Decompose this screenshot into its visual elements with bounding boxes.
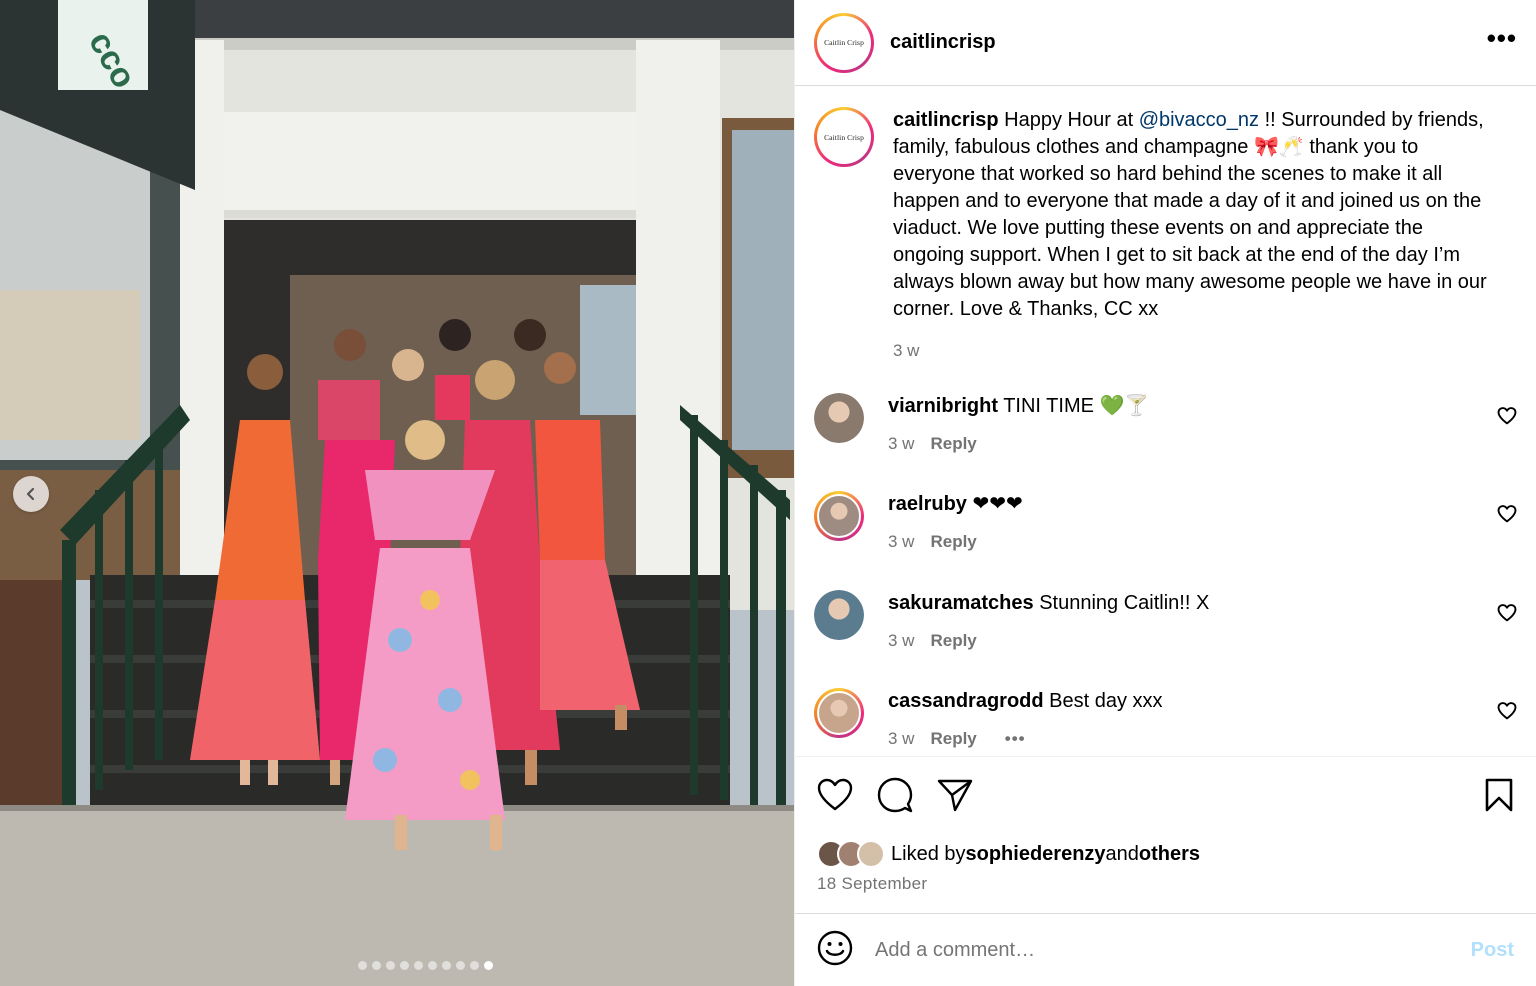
commenter-avatar[interactable] (814, 590, 864, 640)
action-bar: Liked by sophiederenzy and others 18 Sep… (795, 756, 1536, 894)
comment-row: viarnibright TINI TIME 💚🍸 3 w Reply (814, 393, 1517, 457)
add-comment-bar: Post (795, 913, 1536, 986)
carousel-indicator (0, 961, 794, 970)
carousel-dot (469, 961, 479, 970)
commenter-username[interactable]: raelruby (888, 493, 967, 515)
comment-text: TINI TIME 💚🍸 (998, 395, 1150, 417)
heart-icon (1497, 505, 1517, 523)
carousel-dot (441, 961, 451, 970)
carousel-dot (455, 961, 465, 970)
comment-time: 3 w (888, 532, 915, 551)
save-button[interactable] (1484, 778, 1514, 817)
comment-row: cassandragrodd Best day xxx 3 w Reply ••• (814, 688, 1517, 752)
comment-button[interactable] (877, 777, 913, 818)
comment-row: sakuramatches Stunning Caitlin!! X 3 w Rep… (814, 590, 1517, 654)
comment-time: 3 w (888, 434, 915, 453)
comment-icon (877, 777, 913, 813)
comment-like-button[interactable] (1497, 505, 1517, 528)
caption-text: !! Surrounded by friends, family, fabulo… (893, 109, 1487, 320)
commenter-username[interactable]: cassandragrodd (888, 690, 1044, 712)
comment-time: 3 w (888, 631, 915, 650)
post-side-panel: Caitlin Crisp caitlincrisp ••• Caitlin C… (794, 0, 1536, 986)
carousel-dot (385, 961, 395, 970)
commenter-avatar[interactable] (814, 688, 864, 738)
carousel-dot (399, 961, 409, 970)
more-options-icon[interactable]: ••• (1487, 25, 1517, 53)
carousel-dot (413, 961, 423, 970)
author-username[interactable]: caitlincrisp (890, 31, 996, 54)
avatar-photo (814, 590, 864, 640)
comment-more-icon[interactable]: ••• (1005, 729, 1026, 748)
comment-input[interactable] (875, 938, 1435, 962)
post-header: Caitlin Crisp caitlincrisp ••• (795, 0, 1536, 86)
commenter-avatar[interactable] (814, 393, 864, 443)
post-comment-button[interactable]: Post (1471, 939, 1514, 962)
caption-time: 3 w (893, 341, 920, 360)
caption-text-pre: Happy Hour at (998, 109, 1139, 131)
carousel-dot (427, 961, 437, 970)
comment-text: Best day xxx (1043, 690, 1163, 712)
reply-button[interactable]: Reply (930, 434, 976, 453)
likes-summary: Liked by sophiederenzy and others (817, 840, 1514, 868)
comment-time: 3 w (888, 729, 915, 748)
comment-like-button[interactable] (1497, 407, 1517, 430)
liker-avatars[interactable] (817, 840, 885, 868)
caption-mention[interactable]: @bivacco_nz (1139, 109, 1259, 131)
likes-others-link[interactable]: others (1139, 843, 1200, 866)
carousel-prev-button[interactable] (13, 476, 49, 512)
comment-text: Stunning Caitlin!! X (1033, 592, 1210, 614)
post-photo[interactable]: cco (0, 0, 794, 986)
carousel-dot (483, 961, 493, 970)
comment-like-button[interactable] (1497, 604, 1517, 627)
avatar-photo (814, 393, 864, 443)
share-button[interactable] (937, 778, 973, 817)
avatar-photo (817, 691, 861, 735)
author-avatar[interactable]: Caitlin Crisp (814, 12, 874, 73)
post-date: 18 September (817, 874, 928, 893)
avatar-logo-text: Caitlin Crisp (824, 38, 864, 47)
comment-row: raelruby ❤❤❤ 3 w Reply (814, 491, 1517, 555)
caption-username[interactable]: caitlincrisp (893, 109, 999, 131)
avatar-photo (817, 494, 861, 538)
caption: Caitlin Crisp caitlincrisp Happy Hour at… (795, 87, 1536, 364)
emoji-button[interactable] (817, 930, 853, 971)
comment-text: ❤❤❤ (966, 493, 1023, 515)
caption-avatar[interactable]: Caitlin Crisp (814, 107, 874, 167)
chevron-left-icon (26, 487, 35, 501)
reply-button[interactable]: Reply (930, 729, 976, 748)
comment-like-button[interactable] (1497, 702, 1517, 725)
share-icon (937, 779, 973, 812)
avatar-logo-text: Caitlin Crisp (824, 132, 864, 142)
photo-scene: cco (0, 0, 794, 986)
heart-icon (1497, 407, 1517, 425)
liker-username[interactable]: sophiederenzy (966, 843, 1106, 866)
carousel-dot (371, 961, 381, 970)
likes-middle: and (1105, 842, 1139, 865)
heart-icon (817, 778, 853, 811)
commenter-avatar[interactable] (814, 491, 864, 541)
heart-icon (1497, 702, 1517, 720)
commenter-username[interactable]: viarnibright (888, 395, 998, 417)
bookmark-icon (1485, 778, 1513, 812)
likes-prefix: Liked by (891, 842, 966, 865)
reply-button[interactable]: Reply (930, 631, 976, 650)
commenter-username[interactable]: sakuramatches (888, 592, 1034, 614)
emoji-icon (817, 930, 853, 965)
reply-button[interactable]: Reply (930, 532, 976, 551)
carousel-dot (357, 961, 367, 970)
comments-list[interactable]: Caitlin Crisp caitlincrisp Happy Hour at… (795, 87, 1536, 755)
heart-icon (1497, 604, 1517, 622)
like-button[interactable] (817, 778, 853, 817)
